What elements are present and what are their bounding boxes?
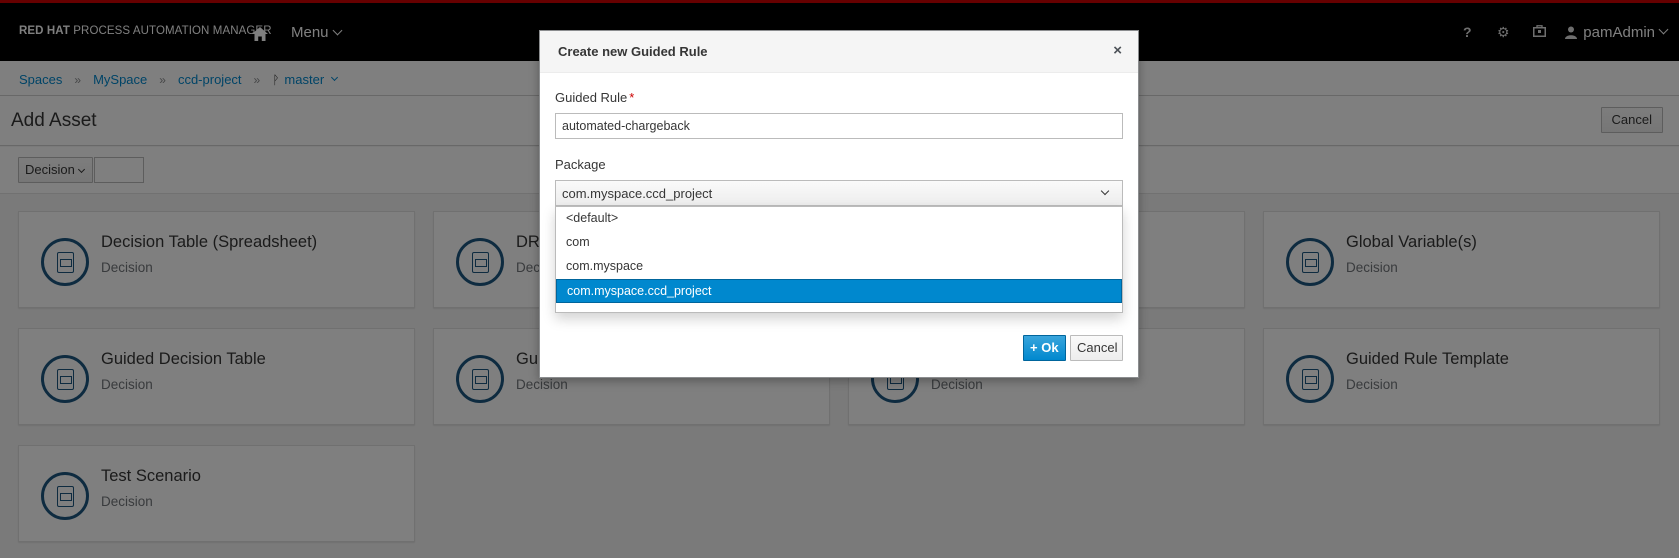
package-option[interactable]: com.myspace: [556, 255, 1122, 279]
ok-button[interactable]: + Ok: [1023, 335, 1066, 361]
package-option-selected[interactable]: com.myspace.ccd_project: [556, 279, 1122, 303]
package-select[interactable]: com.myspace.ccd_project: [555, 180, 1123, 206]
package-option[interactable]: com: [556, 231, 1122, 255]
create-guided-rule-dialog: Create new Guided Rule × Guided Rule * au…: [539, 30, 1139, 378]
plus-icon: +: [1030, 340, 1042, 355]
modal-header: Create new Guided Rule ×: [540, 31, 1138, 73]
package-option[interactable]: <default>: [556, 207, 1122, 231]
modal-title: Create new Guided Rule: [558, 44, 708, 59]
guided-rule-label: Guided Rule *: [555, 90, 635, 105]
cancel-button[interactable]: Cancel: [1070, 335, 1123, 361]
required-marker: *: [629, 90, 635, 105]
chevron-down-icon: [1100, 186, 1110, 196]
guided-rule-name-input[interactable]: automated-chargeback: [555, 113, 1123, 139]
package-dropdown-list: <default> com com.myspace com.myspace.cc…: [555, 206, 1123, 313]
close-icon[interactable]: ×: [1113, 42, 1122, 59]
package-label: Package: [555, 157, 606, 172]
